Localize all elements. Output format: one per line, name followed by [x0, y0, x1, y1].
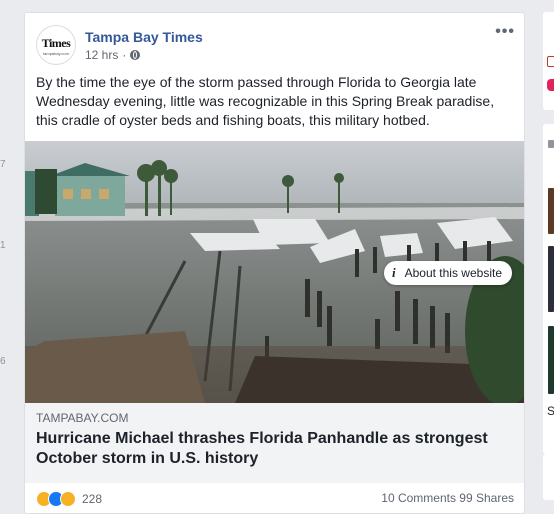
post-footer: 228 10 Comments 99 Shares: [36, 491, 514, 509]
wow-icon: [60, 491, 76, 507]
timestamp[interactable]: 12 hrs: [85, 48, 118, 62]
post-text: By the time the eye of the storm passed …: [36, 74, 495, 128]
info-icon: i: [391, 265, 396, 280]
feed-post: Times tampabay.com Tampa Bay Times 12 hr…: [24, 12, 525, 514]
calendar-icon: [547, 56, 554, 67]
gutter-number: 6: [0, 356, 6, 367]
avatar-logo-subtext: tampabay.com: [43, 51, 69, 56]
thumbnail[interactable]: [548, 188, 554, 234]
avatar-logo-text: Times: [41, 36, 71, 50]
about-website-button[interactable]: i About this website: [383, 261, 512, 285]
comments-shares-count[interactable]: 10 Comments 99 Shares: [381, 491, 514, 505]
gutter-number: 7: [0, 159, 6, 170]
reaction-count: 228: [82, 492, 103, 506]
link-headline[interactable]: Hurricane Michael thrashes Florida Panha…: [36, 429, 506, 469]
gutter-number: 1: [0, 240, 6, 251]
left-gutter: 7 1 6: [0, 0, 22, 500]
thumbnail[interactable]: [548, 140, 554, 148]
heart-icon: [547, 79, 554, 91]
right-column-label: S: [547, 404, 554, 418]
about-website-label: About this website: [404, 266, 502, 280]
avatar[interactable]: Times tampabay.com: [36, 25, 76, 65]
globe-icon[interactable]: [130, 50, 141, 60]
right-column: S: [535, 0, 554, 500]
thumbnail[interactable]: [548, 246, 554, 312]
thumbnail[interactable]: [548, 326, 554, 394]
more-options-icon[interactable]: •••: [495, 23, 515, 41]
right-card: [543, 454, 554, 500]
link-preview[interactable]: TAMPABAY.COM Hurricane Michael thrashes …: [25, 403, 524, 483]
link-domain: TAMPABAY.COM: [36, 411, 129, 425]
reaction-summary[interactable]: 228: [36, 491, 102, 507]
separator-dot: ·: [122, 48, 127, 62]
page-name-link[interactable]: Tampa Bay Times: [85, 29, 203, 45]
post-meta: 12 hrs ·: [85, 48, 141, 62]
